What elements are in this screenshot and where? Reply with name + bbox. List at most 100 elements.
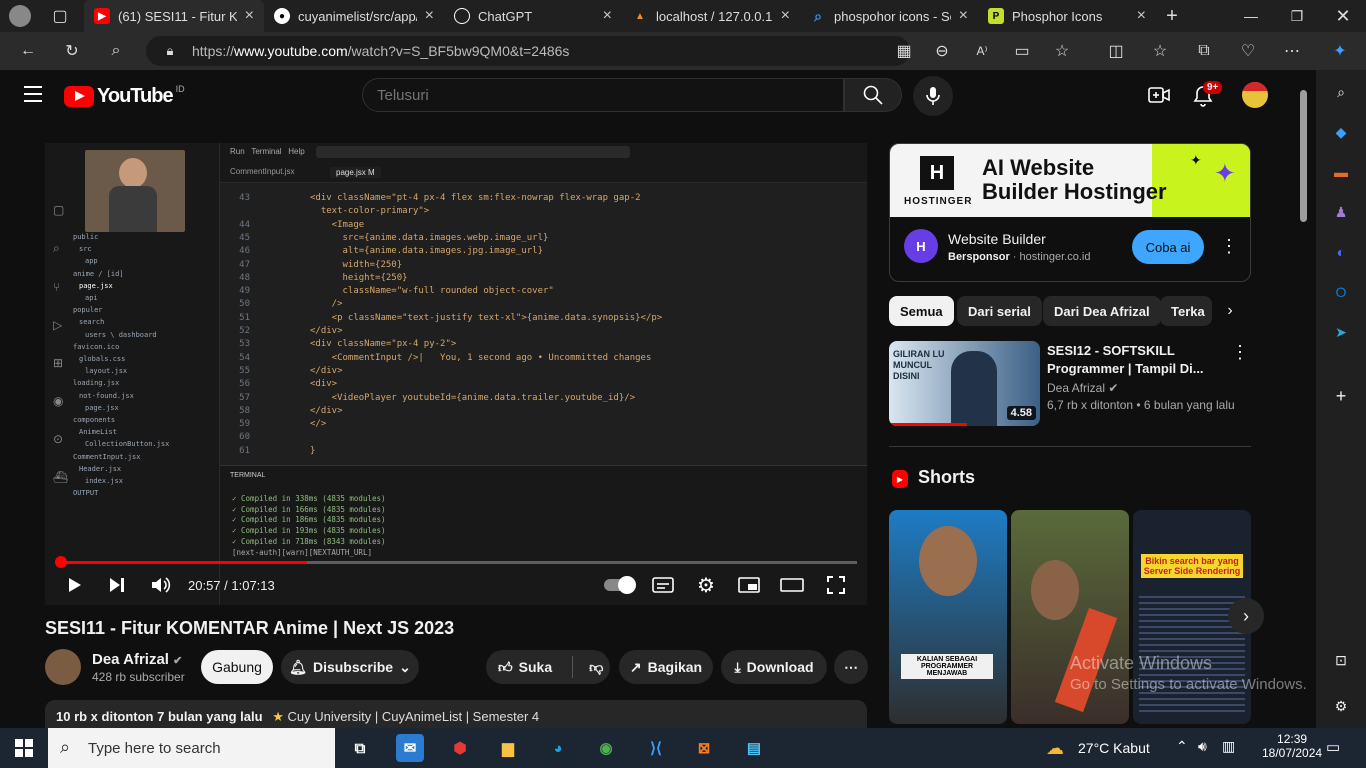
tab-actions-icon[interactable]: ▢ [48, 4, 72, 28]
split-screen-icon[interactable]: ◫ [1104, 39, 1128, 63]
recommended-title[interactable]: SESI12 - SOFTSKILL Programmer | Tampil D… [1047, 342, 1227, 378]
tab-chatgpt[interactable]: ChatGPT × [444, 0, 622, 32]
sponsored-ad[interactable]: ✦ ✦ H HOSTINGER AI Website Builder Hostin… [889, 143, 1251, 282]
zoom-icon[interactable]: ⊖ [930, 39, 954, 63]
toolbox-icon[interactable]: ▬ [1331, 162, 1351, 182]
volume-button[interactable] [147, 573, 175, 597]
url-bar[interactable]: 🔒︎ https://www.youtube.com/watch?v=S_BF5… [146, 36, 910, 66]
new-tab-icon[interactable]: + [1160, 4, 1184, 28]
add-icon[interactable]: + [1331, 386, 1351, 406]
clock[interactable]: 12:39 18/07/2024 [1262, 732, 1322, 760]
task-view-icon[interactable]: ⧉ [346, 734, 374, 762]
channel-avatar[interactable] [45, 649, 81, 685]
tab-phosphor[interactable]: P Phosphor Icons × [978, 0, 1156, 32]
create-video-button[interactable] [1148, 86, 1170, 109]
more-options-icon[interactable]: ⋯ [1280, 39, 1304, 63]
notification-center-icon[interactable]: ▭ [1326, 738, 1340, 756]
copilot-sidebar-icon[interactable]: ◐ [1331, 242, 1351, 262]
read-aloud-icon[interactable]: A⁾ [970, 39, 994, 63]
games-icon[interactable]: ♟ [1331, 202, 1351, 222]
file-explorer-icon[interactable]: ▆ [494, 734, 522, 762]
recommended-channel[interactable]: Dea Afrizal ✔ [1047, 381, 1118, 395]
recommended-thumbnail[interactable]: GILIRAN LU MUNCUL DISINI 4.58 [889, 341, 1040, 426]
chrome-icon[interactable]: ◉ [592, 734, 620, 762]
profile-avatar-icon[interactable] [8, 4, 32, 28]
favorite-star-icon[interactable]: ☆ [1050, 39, 1074, 63]
lock-icon[interactable]: 🔒︎ [158, 39, 182, 63]
like-button[interactable]: 👍︎ Suka 👎︎ [486, 650, 610, 684]
next-button[interactable] [105, 573, 129, 597]
tab-phpmyadmin[interactable]: ▲ localhost / 127.0.0.1 / × [622, 0, 800, 32]
miniplayer-button[interactable] [737, 573, 761, 597]
chip-from-channel[interactable]: Dari Dea Afrizal [1043, 296, 1161, 326]
back-icon[interactable]: ← [16, 39, 40, 63]
subscribe-button[interactable]: 🔔︎ Disubscribe ⌄ [281, 650, 419, 684]
share-button[interactable]: ↗ Bagikan [619, 650, 713, 684]
weather-icon[interactable]: ☁ [1046, 738, 1064, 759]
screenshot-icon[interactable]: ⊡ [1331, 650, 1351, 670]
thumbs-down-icon[interactable]: 👎︎ [589, 659, 603, 676]
account-avatar[interactable] [1242, 82, 1268, 108]
menu-icon[interactable] [24, 86, 42, 102]
autoplay-toggle[interactable] [602, 573, 636, 597]
subtitles-button[interactable] [651, 573, 675, 597]
close-icon[interactable]: × [425, 7, 434, 25]
network-icon[interactable]: ▥ [1222, 738, 1235, 755]
edge-icon[interactable]: ◕ [544, 734, 572, 762]
play-button[interactable] [63, 573, 87, 597]
ad-banner[interactable]: ✦ ✦ H HOSTINGER AI Website Builder Hostin… [890, 144, 1250, 217]
close-icon[interactable]: × [603, 7, 612, 25]
refresh-icon[interactable]: ↻ [60, 39, 84, 63]
immersive-reader-icon[interactable]: ▭ [1010, 39, 1034, 63]
vscode-icon[interactable]: ⟩⟨ [642, 734, 670, 762]
close-icon[interactable]: × [1137, 7, 1146, 25]
tab-github[interactable]: ● cuyanimelist/src/app/ × [264, 0, 444, 32]
chevron-right-icon[interactable]: › [1212, 296, 1248, 326]
description-box[interactable]: 10 rb x ditonton 7 bulan yang lalu ★ Cuy… [45, 700, 867, 730]
search-icon[interactable]: ⌕ [104, 39, 128, 63]
speaker-icon[interactable]: 🔊︎ [1198, 738, 1207, 755]
more-actions-button[interactable]: ⋯ [834, 650, 868, 684]
minimize-icon[interactable]: — [1228, 0, 1274, 32]
youtube-logo[interactable]: YouTube ID [64, 84, 185, 108]
notifications-button[interactable]: 9+ [1193, 81, 1223, 112]
taskbar-search[interactable]: ⌕ Type here to search [48, 728, 335, 768]
chip-from-series[interactable]: Dari serial [957, 296, 1042, 326]
theater-mode-button[interactable] [779, 573, 805, 597]
collections-icon[interactable]: ⧉ [1192, 39, 1216, 63]
close-window-icon[interactable]: ✕ [1320, 0, 1366, 32]
send-icon[interactable]: ➤ [1331, 322, 1351, 342]
search-button[interactable] [844, 78, 902, 112]
chip-related[interactable]: Terka [1160, 296, 1212, 326]
mail-icon[interactable]: ✉ [396, 734, 424, 762]
windows-start-icon[interactable] [10, 734, 38, 762]
game-app-icon[interactable]: ⬢ [446, 734, 474, 762]
more-vertical-icon[interactable]: ⋮ [1231, 342, 1249, 363]
browser-essentials-icon[interactable]: ♡ [1236, 39, 1260, 63]
search-icon[interactable]: ⌕ [1331, 82, 1351, 102]
app-available-icon[interactable]: ▦ [892, 39, 916, 63]
channel-name[interactable]: Dea Afrizal ✔ [92, 651, 182, 668]
voice-search-button[interactable] [913, 76, 953, 116]
copilot-icon[interactable]: ✦ [1328, 39, 1352, 63]
scrollbar-thumb[interactable] [1300, 90, 1307, 222]
more-vertical-icon[interactable]: ⋮ [1220, 236, 1238, 257]
advertiser-avatar[interactable]: H [904, 229, 938, 263]
video-player[interactable]: public src app anime / [id] page.jsx api popul… [45, 143, 867, 605]
tab-search[interactable]: ⌕ phospohor icons - Se × [800, 0, 978, 32]
fullscreen-button[interactable] [824, 573, 848, 597]
next-shorts-chevron-icon[interactable]: › [1228, 598, 1264, 634]
tab-youtube[interactable]: ▶ (61) SESI11 - Fitur KO × [84, 0, 264, 32]
settings-icon[interactable]: ⚙ [1331, 696, 1351, 716]
close-icon[interactable]: × [781, 7, 790, 25]
control-panel-icon[interactable]: ▤ [740, 734, 768, 762]
ad-cta-button[interactable]: Coba ai [1132, 230, 1204, 264]
close-icon[interactable]: × [245, 7, 254, 25]
chevron-up-icon[interactable]: ⌃ [1176, 738, 1188, 755]
xampp-icon[interactable]: ⊠ [690, 734, 718, 762]
chip-all[interactable]: Semua [889, 296, 954, 326]
outlook-icon[interactable]: O [1331, 282, 1351, 302]
favorites-icon[interactable]: ☆ [1148, 39, 1172, 63]
weather-text[interactable]: 27°C Kabut [1078, 740, 1150, 756]
settings-gear-icon[interactable]: ⚙ [694, 573, 718, 597]
